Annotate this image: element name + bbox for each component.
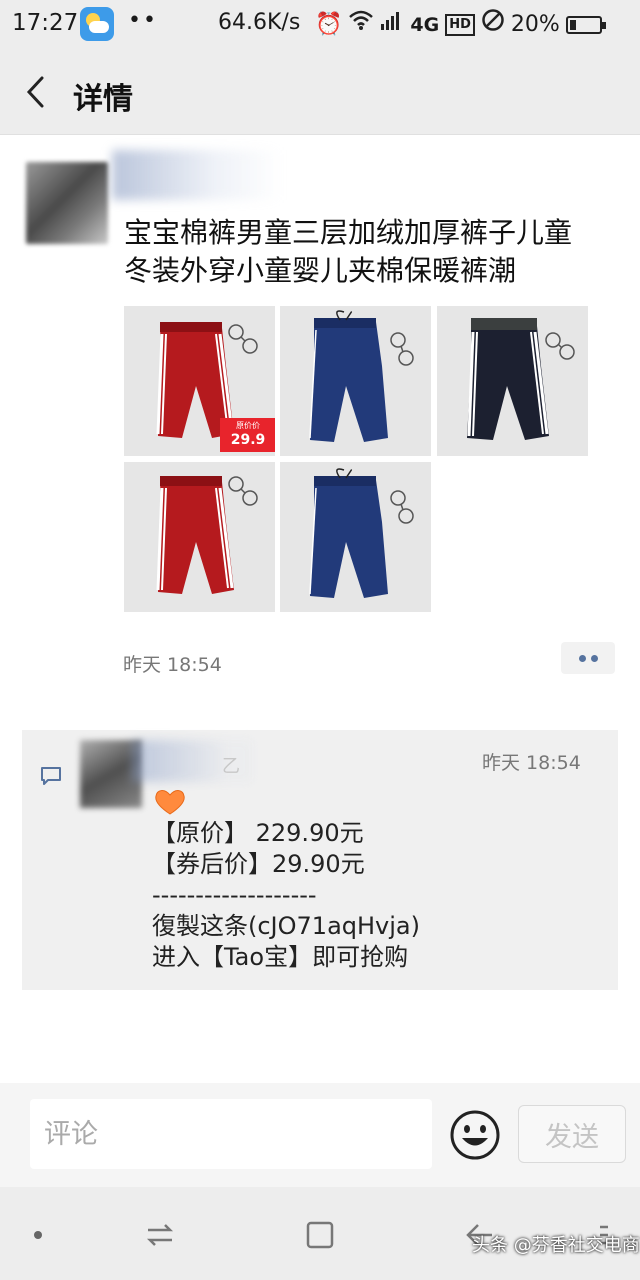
- do-not-disturb-icon: [481, 8, 505, 41]
- net-speed: 64.6K/s: [218, 10, 301, 35]
- top-bar: 详情: [0, 50, 640, 135]
- post-image-1[interactable]: 原价价 29.9: [124, 306, 275, 456]
- emoji-button[interactable]: [449, 1109, 501, 1161]
- post-image-5[interactable]: [280, 462, 431, 612]
- comment-line: -------------------: [152, 881, 317, 909]
- post-text: 宝宝棉裤男童三层加绒加厚裤子儿童 冬装外穿小童婴儿夹棉保暖裤潮: [124, 214, 624, 290]
- price-tag: 原价价 29.9: [220, 418, 275, 452]
- send-button[interactable]: 发送: [518, 1105, 626, 1163]
- more-actions-button[interactable]: [561, 642, 615, 674]
- navy-pants-image: [280, 462, 431, 612]
- dot-icon: [590, 654, 598, 662]
- post-time: 昨天 18:54: [123, 654, 222, 676]
- hd-badge: HD: [445, 13, 475, 36]
- comment-line: 【券后价】29.90元: [152, 850, 365, 878]
- status-time: 17:27: [12, 10, 79, 36]
- smiley-icon: [450, 1110, 500, 1160]
- post-image-2[interactable]: [280, 306, 431, 456]
- dot-icon: [34, 1231, 42, 1239]
- alarm-icon: ⏰: [315, 11, 343, 37]
- page-title: 详情: [73, 82, 133, 117]
- signal-icon: [380, 9, 404, 40]
- comment-icon: [40, 766, 62, 785]
- post-text-line: 宝宝棉裤男童三层加绒加厚裤子儿童: [124, 216, 573, 249]
- home-square-icon: [306, 1221, 334, 1249]
- weather-icon: [80, 7, 114, 41]
- comment-line: 復製这条(cJO71aqHvja): [152, 912, 420, 940]
- system-nav-bar: 头条 @芬香社交电商: [0, 1187, 640, 1280]
- post-image-4[interactable]: [124, 462, 275, 612]
- switch-arrows-icon: [146, 1224, 174, 1246]
- price-tag-label: 原价价: [236, 421, 260, 430]
- comment-input-bar: 发送: [0, 1083, 640, 1187]
- notification-dots: ••: [128, 8, 158, 33]
- author-avatar[interactable]: [26, 162, 108, 244]
- comment-input[interactable]: [30, 1099, 432, 1169]
- wifi-icon: [348, 9, 374, 40]
- battery-level: [569, 19, 576, 30]
- red-pants-image: [124, 462, 275, 612]
- post-text-line: 冬装外穿小童婴儿夹棉保暖裤潮: [124, 254, 517, 287]
- heart-emoji-icon: [154, 788, 186, 816]
- nav-dot-button[interactable]: [20, 1217, 56, 1253]
- status-bar: 17:27 •• 64.6K/s ⏰ 4G HD 20%: [0, 0, 640, 50]
- comment-line: 进入【Tao宝】即可抢购: [152, 943, 409, 971]
- nav-switch-button[interactable]: [142, 1217, 178, 1253]
- status-icons: ⏰ 4G HD 20%: [315, 8, 606, 41]
- post-image-3[interactable]: [437, 306, 588, 456]
- price-tag-value: 29.9: [230, 432, 266, 448]
- comment-section: 乙 昨天 18:54 【原价】 229.90元 【券后价】29.90元 ----…: [22, 730, 618, 990]
- watermark: 头条 @芬香社交电商: [472, 1235, 640, 1256]
- dot-icon: [578, 654, 586, 662]
- network-type: 4G: [410, 13, 440, 36]
- comment-time: 昨天 18:54: [482, 752, 581, 774]
- comment-line: 【原价】 229.90元: [152, 819, 364, 847]
- back-button[interactable]: [18, 70, 58, 114]
- black-pants-image: [437, 306, 588, 456]
- battery-icon: [565, 15, 606, 34]
- nav-home-button[interactable]: [302, 1217, 338, 1253]
- author-name[interactable]: [112, 150, 282, 200]
- battery-percent: 20%: [510, 12, 560, 37]
- navy-pants-image: [280, 306, 431, 456]
- chevron-left-icon: [26, 76, 44, 108]
- commenter-name-fragment: 乙: [222, 756, 240, 777]
- comment-body: 【原价】 229.90元 【券后价】29.90元 ---------------…: [152, 818, 420, 973]
